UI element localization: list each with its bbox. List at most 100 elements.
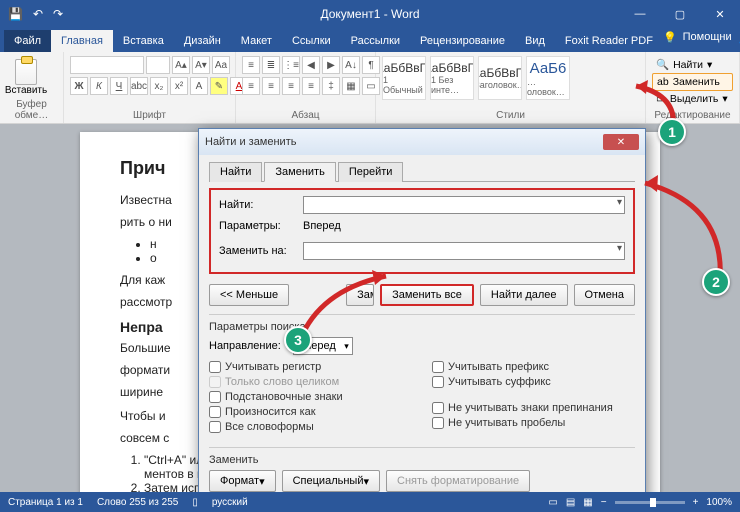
highlight-button[interactable]: ✎: [210, 77, 228, 95]
dialog-tab-replace[interactable]: Заменить: [264, 162, 335, 182]
align-center-button[interactable]: ≡: [262, 77, 280, 95]
chk-sounds-like[interactable]: Произносится как: [209, 406, 412, 418]
underline-button[interactable]: Ч: [110, 77, 128, 95]
multilevel-button[interactable]: ⋮≡: [282, 56, 300, 74]
font-size-select[interactable]: [146, 56, 170, 74]
subscript-button[interactable]: x₂: [150, 77, 168, 95]
less-button[interactable]: << Меньше: [209, 284, 289, 306]
line-spacing-button[interactable]: ‡: [322, 77, 340, 95]
view-read-icon[interactable]: ▭: [548, 497, 557, 508]
clipboard-icon: [15, 59, 37, 85]
bold-button[interactable]: Ж: [70, 77, 88, 95]
view-print-icon[interactable]: ▤: [566, 497, 575, 508]
change-case-button[interactable]: Aa: [212, 56, 230, 74]
chk-match-case[interactable]: Учитывать регистр: [209, 361, 412, 373]
shrink-font-button[interactable]: A▾: [192, 56, 210, 74]
shading-button[interactable]: ▦: [342, 77, 360, 95]
search-icon: 🔍: [656, 58, 669, 71]
redo-icon[interactable]: ↷: [53, 7, 63, 21]
dialog-tab-goto[interactable]: Перейти: [338, 162, 404, 182]
undo-icon[interactable]: ↶: [33, 7, 43, 21]
params-label: Параметры:: [219, 220, 297, 232]
group-styles-label: Стили: [382, 110, 639, 121]
tab-home[interactable]: Главная: [51, 30, 113, 52]
help-icon[interactable]: 💡: [663, 31, 677, 44]
paste-label: Вставить: [5, 85, 47, 96]
group-clipboard-label: Буфер обме…: [6, 99, 57, 121]
replace-input[interactable]: [303, 242, 625, 260]
status-page[interactable]: Страница 1 из 1: [8, 497, 83, 508]
replace-icon: ab: [657, 76, 669, 88]
view-web-icon[interactable]: ▦: [583, 497, 592, 508]
tab-layout[interactable]: Макет: [231, 30, 282, 52]
tab-foxit[interactable]: Foxit Reader PDF: [555, 30, 663, 52]
zoom-in-button[interactable]: +: [693, 497, 699, 508]
replace-with-label: Заменить на:: [219, 245, 297, 257]
sort-button[interactable]: A↓: [342, 56, 360, 74]
save-icon[interactable]: 💾: [8, 7, 23, 21]
style-no-spacing[interactable]: АаБбВвГг,1 Без инте…: [430, 56, 474, 100]
indent-decrease-button[interactable]: ◀: [302, 56, 320, 74]
tab-review[interactable]: Рецензирование: [410, 30, 515, 52]
tab-mailings[interactable]: Рассылки: [341, 30, 410, 52]
direction-label: Направление:: [209, 340, 287, 352]
align-left-button[interactable]: ≡: [242, 77, 260, 95]
zoom-out-button[interactable]: −: [601, 497, 607, 508]
special-button[interactable]: Специальный ▾: [282, 470, 380, 492]
zoom-slider[interactable]: [615, 501, 685, 504]
tab-file[interactable]: Файл: [4, 30, 51, 52]
chk-wildcards[interactable]: Подстановочные знаки: [209, 391, 412, 403]
chk-prefix[interactable]: Учитывать префикс: [432, 361, 635, 373]
dialog-titlebar[interactable]: Найти и заменить ✕: [199, 129, 645, 155]
paste-button[interactable]: Вставить: [6, 56, 46, 99]
style-heading1[interactable]: АаБбВвГг,Заголовок…: [478, 56, 522, 100]
callout-2: 2: [702, 268, 730, 296]
style-heading2[interactable]: АаБ6…оловок…: [526, 56, 570, 100]
chk-ignore-space[interactable]: Не учитывать пробелы: [432, 417, 635, 429]
callout-3: 3: [284, 326, 312, 354]
text-effects-button[interactable]: A: [190, 77, 208, 95]
tab-design[interactable]: Дизайн: [174, 30, 231, 52]
find-button[interactable]: 🔍Найти ▾: [652, 56, 733, 73]
chk-word-forms[interactable]: Все словоформы: [209, 421, 412, 433]
tab-references[interactable]: Ссылки: [282, 30, 341, 52]
title-bar: 💾 ↶ ↷ Документ1 - Word — ▢ ✕: [0, 0, 740, 28]
grow-font-button[interactable]: A▴: [172, 56, 190, 74]
numbering-button[interactable]: ≣: [262, 56, 280, 74]
indent-increase-button[interactable]: ▶: [322, 56, 340, 74]
replace-all-button[interactable]: Заменить все: [380, 284, 474, 306]
chk-ignore-punct[interactable]: Не учитывать знаки препинания: [432, 402, 635, 414]
minimize-button[interactable]: —: [620, 0, 660, 28]
status-language[interactable]: русский: [212, 497, 248, 508]
bullets-button[interactable]: ≡: [242, 56, 260, 74]
cursor-icon: ▭: [656, 93, 666, 105]
strike-button[interactable]: abc: [130, 77, 148, 95]
status-bar: Страница 1 из 1 Слово 255 из 255 ▯ русск…: [0, 492, 740, 512]
font-family-select[interactable]: [70, 56, 144, 74]
align-right-button[interactable]: ≡: [282, 77, 300, 95]
status-words[interactable]: Слово 255 из 255: [97, 497, 178, 508]
ribbon: Вставить Буфер обме… A▴ A▾ Aa Ж К Ч abc …: [0, 52, 740, 124]
superscript-button[interactable]: x²: [170, 77, 188, 95]
chk-suffix[interactable]: Учитывать суффикс: [432, 376, 635, 388]
dialog-tab-find[interactable]: Найти: [209, 162, 262, 182]
tab-view[interactable]: Вид: [515, 30, 555, 52]
select-button[interactable]: ▭Выделить ▾: [652, 91, 733, 107]
zoom-value[interactable]: 100%: [706, 497, 732, 508]
replace-button[interactable]: abЗаменить: [652, 73, 733, 91]
status-proofing-icon[interactable]: ▯: [192, 497, 198, 508]
search-params-title: Параметры поиска: [209, 321, 635, 333]
find-label: Найти:: [219, 199, 297, 211]
dialog-close-button[interactable]: ✕: [603, 134, 639, 150]
style-normal[interactable]: АаБбВвГг,1 Обычный: [382, 56, 426, 100]
justify-button[interactable]: ≡: [302, 77, 320, 95]
group-paragraph-label: Абзац: [242, 110, 369, 121]
tab-insert[interactable]: Вставка: [113, 30, 174, 52]
find-next-button[interactable]: Найти далее: [480, 284, 568, 306]
format-button[interactable]: Формат ▾: [209, 470, 276, 492]
find-input[interactable]: [303, 196, 625, 214]
help-text: Помощни: [683, 31, 732, 43]
replace-one-button[interactable]: Заменить: [346, 284, 374, 306]
cancel-button[interactable]: Отмена: [574, 284, 635, 306]
italic-button[interactable]: К: [90, 77, 108, 95]
